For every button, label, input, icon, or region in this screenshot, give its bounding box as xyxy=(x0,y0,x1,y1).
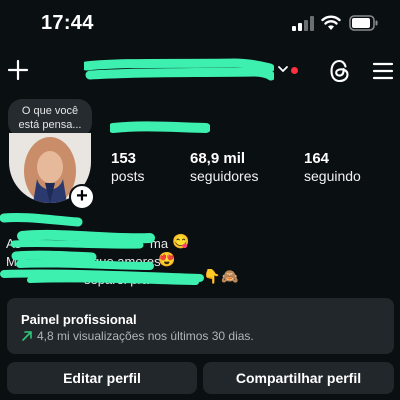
notification-dot xyxy=(291,67,298,74)
bio-redaction xyxy=(0,212,204,285)
menu-icon[interactable] xyxy=(372,61,394,81)
dashboard-subtitle: 4,8 mi visualizações nos últimos 30 dias… xyxy=(37,329,254,343)
add-story-button[interactable]: + xyxy=(69,184,95,210)
trending-up-icon xyxy=(22,331,32,341)
following-count[interactable]: 164 xyxy=(304,150,329,167)
posts-label[interactable]: posts xyxy=(111,168,144,184)
share-profile-button[interactable]: Compartilhar perfil xyxy=(203,362,394,394)
dashboard-title: Painel profissional xyxy=(21,312,137,327)
threads-icon[interactable] xyxy=(328,58,352,84)
plus-icon[interactable] xyxy=(7,59,29,81)
followers-count[interactable]: 68,9 mil xyxy=(190,150,245,167)
following-label[interactable]: seguindo xyxy=(304,168,361,184)
note-text-line1: O que você xyxy=(21,105,79,117)
battery-icon xyxy=(349,15,378,31)
posts-count[interactable]: 153 xyxy=(111,150,136,167)
note-bubble[interactable]: O que você está pensa... xyxy=(8,99,92,137)
followers-label[interactable]: seguidores xyxy=(190,168,259,184)
wifi-icon xyxy=(321,15,341,30)
status-time: 17:44 xyxy=(41,12,94,34)
chevron-down-icon[interactable] xyxy=(277,64,289,74)
username-redaction xyxy=(84,58,274,81)
cellular-signal-icon xyxy=(292,16,314,31)
edit-profile-button[interactable]: Editar perfil xyxy=(7,362,197,394)
display-name-redaction xyxy=(110,121,210,133)
note-text-line2: está pensa... xyxy=(18,119,82,131)
